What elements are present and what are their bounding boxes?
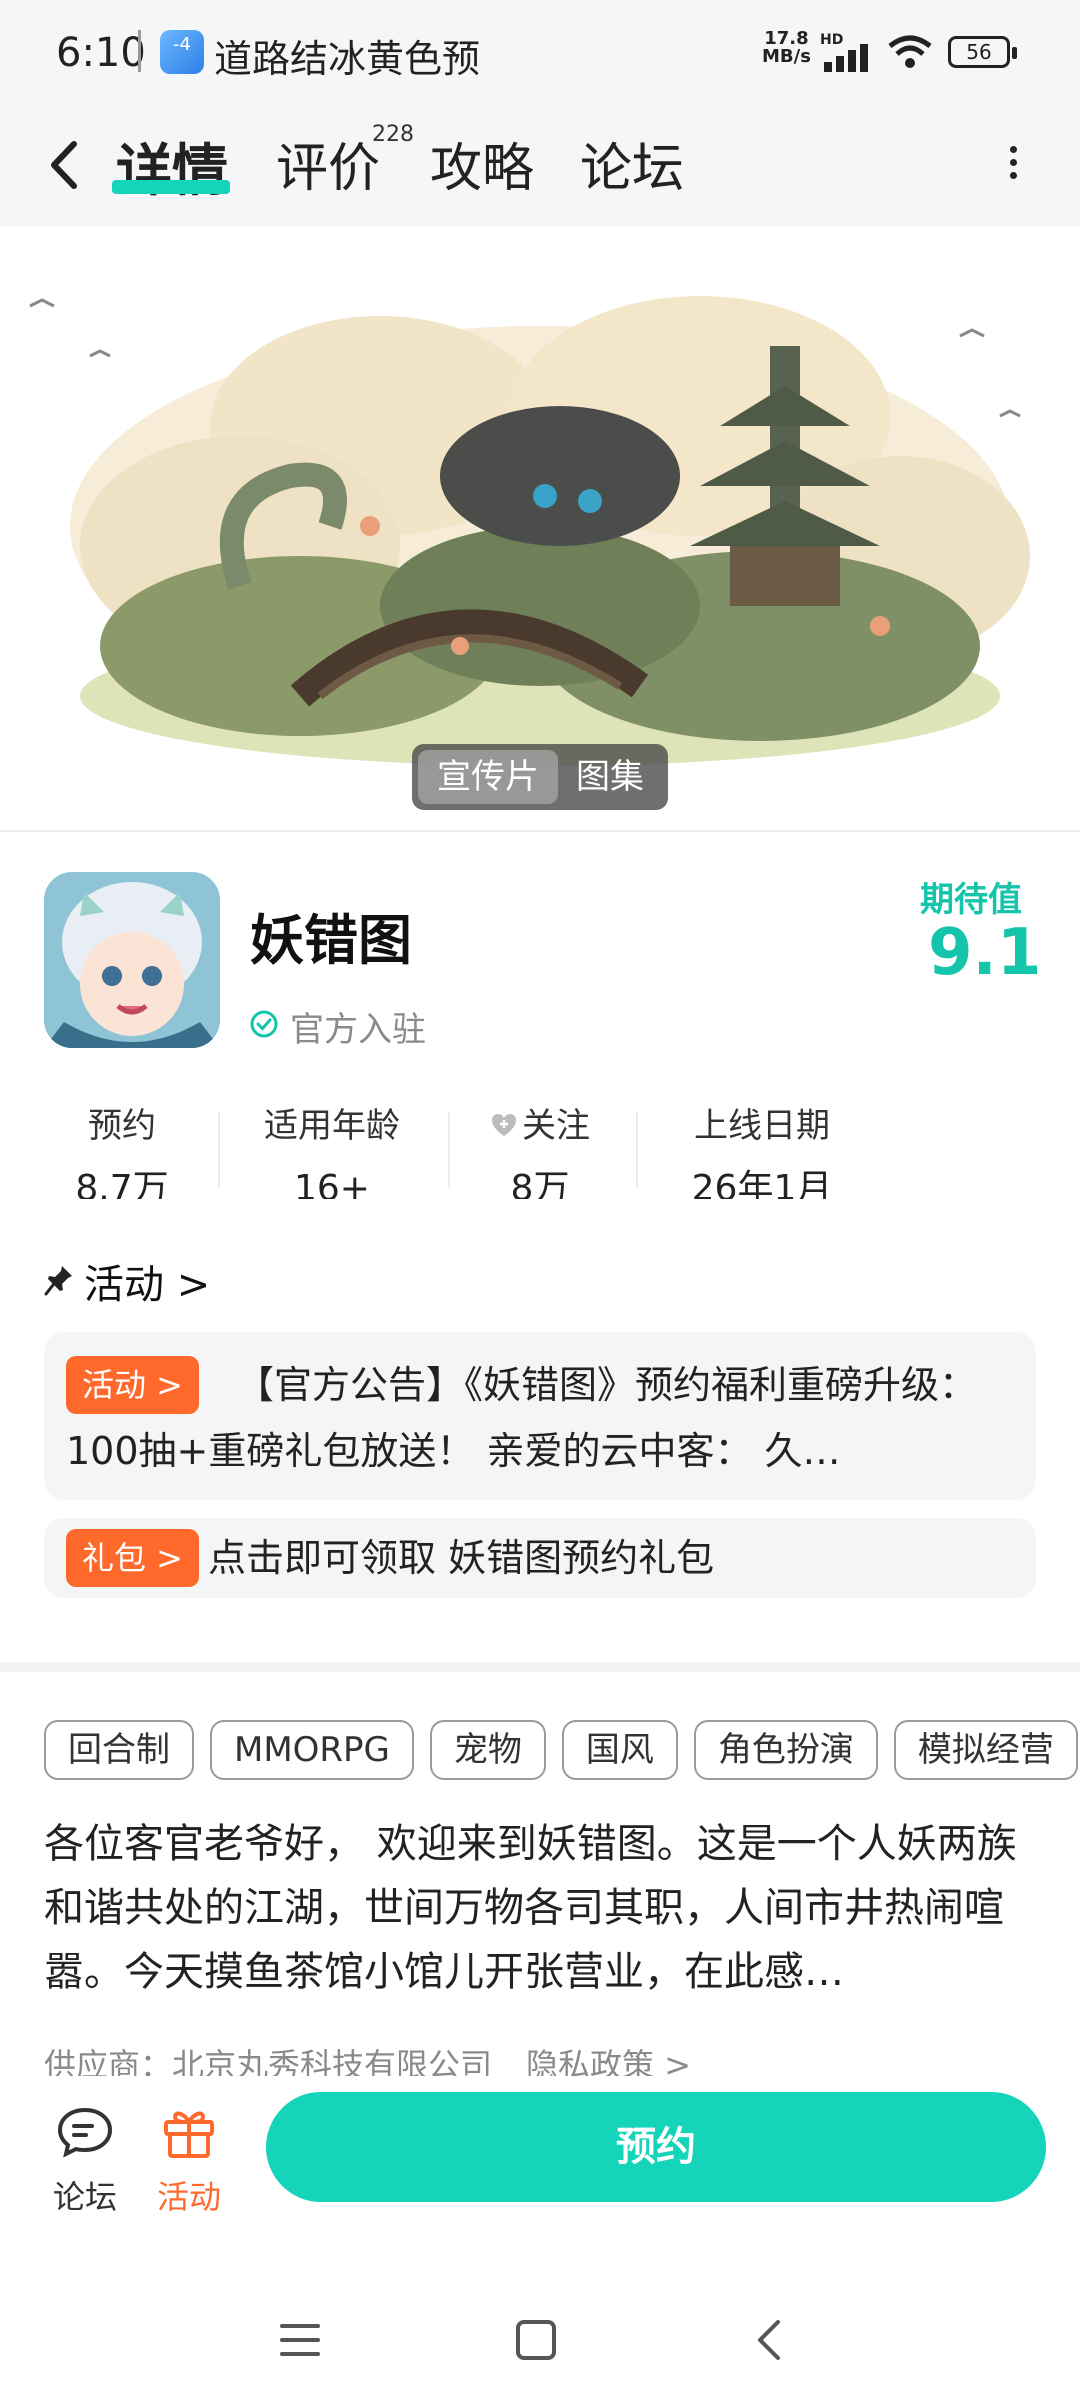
tag[interactable]: 宠物 <box>429 1720 546 1780</box>
status-separator <box>138 30 141 72</box>
game-icon <box>44 872 220 1048</box>
stat-label: 上线日期 <box>694 1106 830 1146</box>
supplier-text: 供应商：北京丸秀科技有限公司 <box>44 2046 493 2076</box>
privacy-policy-link[interactable]: 隐私政策 > <box>526 2046 691 2076</box>
more-options-icon[interactable] <box>996 140 1030 200</box>
network-speed: 17.8 MB/s <box>762 30 811 66</box>
gift-badge: 礼包 > <box>66 1529 199 1587</box>
activity-button[interactable]: 活动 <box>144 2104 234 2218</box>
status-bar: 6:10 -4 道路结冰黄色预 17.8 MB/s HD 56 <box>0 0 1080 110</box>
stat-value: 8.7万 <box>75 1169 169 1199</box>
divider <box>0 830 1080 832</box>
verified-icon <box>250 1010 278 1038</box>
gift-icon <box>164 2111 214 2158</box>
header: 详情 评价 228 攻略 论坛 <box>0 110 1080 226</box>
stat-reservations: 预约 8.7万 <box>62 1098 182 1199</box>
stat-value: 8万 <box>510 1169 570 1199</box>
game-title: 妖错图 <box>250 909 412 972</box>
event-text: 【官方公告】《妖错图》预约福利重磅升级：100抽+重磅礼包放送！ 亲爱的云中客：… <box>66 1363 978 1473</box>
battery-icon: 56 <box>948 36 1017 68</box>
stat-label: 适用年龄 <box>264 1106 400 1146</box>
home-icon[interactable] <box>506 2310 566 2370</box>
status-notification-text: 道路结冰黄色预 <box>214 37 481 81</box>
tab-guide[interactable]: 攻略 <box>430 126 534 201</box>
tab-review[interactable]: 评价 <box>276 126 380 201</box>
system-nav-bar <box>0 2270 1080 2400</box>
back-nav-icon[interactable] <box>740 2310 800 2370</box>
promo-banner[interactable]: 宣传片 图集 <box>0 226 1080 830</box>
activity-label: 活动 <box>156 2178 221 2216</box>
stat-separator <box>218 1112 220 1188</box>
stat-separator <box>636 1112 638 1188</box>
forum-label: 论坛 <box>52 2178 117 2216</box>
event-card[interactable]: 【官方公告】《妖错图》预约福利重磅升级：100抽+重磅礼包放送！ 亲爱的云中客：… <box>44 1332 1036 1500</box>
bottom-action-bar: 论坛 活动 预约 <box>0 2078 1080 2228</box>
menu-icon[interactable] <box>270 2310 330 2370</box>
activity-title: 活动 > <box>84 1262 211 1308</box>
chat-bubble-icon <box>57 2107 113 2158</box>
gift-card[interactable]: 礼包 > 点击即可领取 妖错图预约礼包 <box>44 1518 1036 1598</box>
weather-app-icon: -4 <box>160 30 204 74</box>
review-count-badge: 228 <box>372 122 414 147</box>
supplier-row: 供应商：北京丸秀科技有限公司 隐私政策 > <box>44 2040 691 2076</box>
back-icon[interactable] <box>36 130 96 200</box>
tab-forum[interactable]: 论坛 <box>580 126 684 201</box>
event-badge: 活动 > <box>66 1356 199 1414</box>
tag[interactable]: 角色扮演 <box>693 1720 878 1780</box>
promo-video-option[interactable]: 宣传片 <box>418 750 558 804</box>
section-divider <box>0 1662 1080 1672</box>
stat-age-rating: 适用年龄 16+ <box>252 1098 412 1199</box>
expectation-score: 9.1 <box>928 916 1042 990</box>
stat-release-date: 上线日期 26年1月 <box>672 1098 852 1199</box>
tag[interactable]: 国风 <box>561 1720 678 1780</box>
stat-separator <box>448 1112 450 1188</box>
banner-illustration <box>29 296 1030 766</box>
stat-label-text: 关注 <box>522 1106 590 1146</box>
media-toggle: 宣传片 图集 <box>412 744 668 810</box>
stat-followers[interactable]: 关注 8万 <box>480 1098 600 1199</box>
status-time: 6:10 <box>56 30 146 76</box>
pin-icon <box>44 1266 72 1296</box>
stat-label: 关注 <box>480 1098 600 1147</box>
game-description[interactable]: 各位客官老爷好， 欢迎来到妖错图。这是一个人妖两族和谐共处的江湖，世间万物各司其… <box>44 1812 1040 2004</box>
stat-value: 26年1月 <box>691 1169 833 1199</box>
gallery-option[interactable]: 图集 <box>558 750 662 804</box>
expectation-label: 期待值 <box>920 880 1022 920</box>
heart-plus-icon <box>492 1114 516 1136</box>
tag[interactable]: MMORPG <box>210 1720 414 1780</box>
gift-text: 点击即可领取 妖错图预约礼包 <box>208 1536 715 1580</box>
stat-value: 16+ <box>294 1169 370 1199</box>
tag[interactable]: 模拟经营 <box>893 1720 1078 1780</box>
stat-label: 预约 <box>88 1106 156 1146</box>
tag-list: 回合制 MMORPG 宠物 国风 角色扮演 模拟经营 <box>44 1720 1080 1780</box>
verified-label: 官方入驻 <box>290 1010 426 1050</box>
wifi-icon <box>888 35 932 68</box>
forum-button[interactable]: 论坛 <box>40 2104 130 2218</box>
active-tab-indicator <box>112 180 230 194</box>
reserve-button[interactable]: 预约 <box>266 2092 1046 2202</box>
tab-detail[interactable]: 详情 <box>116 126 228 207</box>
tag[interactable]: 回合制 <box>44 1720 194 1780</box>
signal-icon <box>824 44 868 72</box>
network-speed-unit: MB/s <box>762 46 811 67</box>
